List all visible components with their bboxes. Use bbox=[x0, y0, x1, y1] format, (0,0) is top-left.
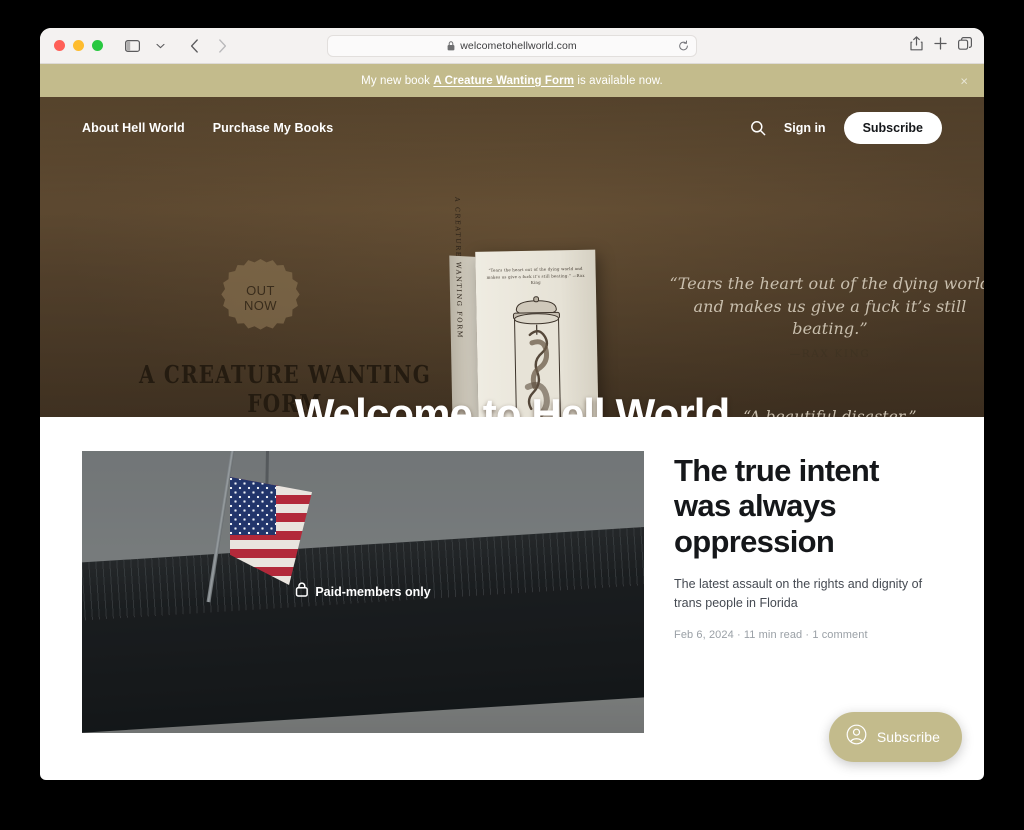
plus-icon[interactable] bbox=[934, 36, 947, 55]
signin-link[interactable]: Sign in bbox=[784, 121, 826, 135]
forward-arrow-icon[interactable] bbox=[209, 34, 235, 58]
announcement-bar[interactable]: My new book A Creature Wanting Form is a… bbox=[40, 64, 984, 97]
reload-icon[interactable] bbox=[678, 40, 689, 51]
chevron-down-icon[interactable] bbox=[147, 34, 173, 58]
hero-section: About Hell World Purchase My Books Sign … bbox=[40, 97, 984, 417]
flag-stars bbox=[230, 477, 276, 535]
post-title[interactable]: The true intent was always oppression bbox=[674, 453, 934, 559]
site-navigation: About Hell World Purchase My Books Sign … bbox=[40, 97, 984, 159]
book-spine-title: A CREATURE WANTING FORM bbox=[453, 196, 464, 340]
badge-line-1: OUT bbox=[246, 282, 275, 298]
status-badge: Paid-members only bbox=[295, 582, 431, 602]
share-icon[interactable] bbox=[910, 35, 923, 56]
maximize-window-button[interactable] bbox=[92, 40, 103, 51]
quote-attribution: —RAX KING bbox=[789, 348, 871, 361]
book-cover-blurb: “Tears the heart out of the dying world … bbox=[486, 265, 585, 286]
minimize-window-button[interactable] bbox=[73, 40, 84, 51]
toolbar-left-group bbox=[119, 34, 235, 58]
subscribe-button[interactable]: Subscribe bbox=[843, 112, 942, 144]
toolbar-right-group bbox=[910, 35, 972, 56]
close-icon[interactable]: × bbox=[960, 74, 968, 87]
nav-links: About Hell World Purchase My Books bbox=[82, 121, 333, 135]
post-feature-image[interactable]: Paid-members only bbox=[82, 451, 644, 733]
announcement-prefix: My new book bbox=[361, 74, 434, 87]
sidebar-toggle-icon[interactable] bbox=[119, 34, 145, 58]
paid-members-label: Paid-members only bbox=[315, 585, 431, 599]
page-title: Welcome to Hell World bbox=[294, 390, 731, 417]
post-meta: Feb 6, 2024 · 11 min read · 1 comment bbox=[674, 628, 868, 641]
post-card: Paid-members only The true intent was al… bbox=[82, 451, 942, 733]
browser-window: welcometohellworld.com My new book A Cre… bbox=[40, 28, 984, 780]
badge-line-2: NOW bbox=[244, 297, 277, 313]
address-bar[interactable]: welcometohellworld.com bbox=[327, 34, 697, 57]
out-now-badge: OUT NOW bbox=[221, 259, 300, 330]
close-window-button[interactable] bbox=[54, 40, 65, 51]
announcement-suffix: is available now. bbox=[574, 74, 663, 87]
announcement-text: My new book A Creature Wanting Form is a… bbox=[361, 75, 663, 87]
screen: welcometohellworld.com My new book A Cre… bbox=[0, 0, 1024, 830]
back-arrow-icon[interactable] bbox=[181, 34, 207, 58]
quote-block: “Tears the heart out of the dying world … bbox=[660, 273, 985, 361]
post-excerpt: The latest assault on the rights and dig… bbox=[674, 576, 923, 610]
nav-link-purchase[interactable]: Purchase My Books bbox=[213, 121, 334, 135]
portal-subscribe-button[interactable]: Subscribe bbox=[828, 712, 962, 762]
lock-icon bbox=[295, 582, 308, 602]
portal-subscribe-label: Subscribe bbox=[876, 729, 940, 745]
tab-overview-icon[interactable] bbox=[958, 36, 972, 55]
announcement-link[interactable]: A Creature Wanting Form bbox=[433, 75, 574, 87]
post-content: The true intent was always oppression Th… bbox=[674, 451, 942, 733]
url-text: welcometohellworld.com bbox=[460, 39, 577, 52]
browser-toolbar: welcometohellworld.com bbox=[40, 28, 984, 64]
window-controls bbox=[54, 40, 103, 51]
search-icon[interactable] bbox=[750, 120, 766, 136]
nav-link-about[interactable]: About Hell World bbox=[82, 121, 185, 135]
user-circle-icon bbox=[846, 724, 867, 750]
lock-icon bbox=[447, 40, 455, 51]
nav-actions: Sign in Subscribe bbox=[750, 112, 942, 144]
quote-text: “Tears the heart out of the dying world … bbox=[669, 274, 985, 339]
